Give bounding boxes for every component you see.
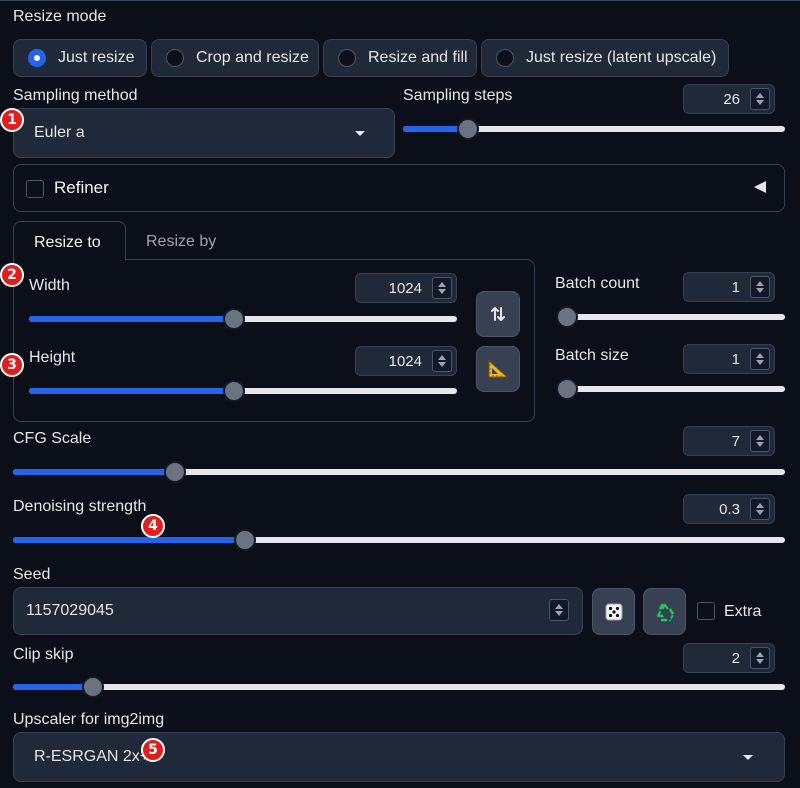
sampling-steps-value: 26: [723, 91, 740, 108]
cfg-scale-thumb[interactable]: [164, 461, 187, 483]
triangle-ruler-icon: [488, 359, 509, 378]
radio-label: Just resize (latent upscale): [526, 49, 717, 66]
sampling-steps-thumb[interactable]: [456, 118, 479, 140]
denoising-strength-thumb[interactable]: [233, 529, 256, 551]
seed-value: 1157029045: [26, 602, 114, 619]
batch-size-label: Batch size: [555, 347, 629, 364]
batch-count-thumb[interactable]: [556, 306, 578, 328]
clip-skip-thumb[interactable]: [81, 676, 104, 698]
stepper-icon[interactable]: [432, 277, 452, 299]
stepper-icon[interactable]: [750, 348, 770, 370]
annotation-badge: 4: [141, 514, 165, 538]
cfg-scale-input[interactable]: 7: [683, 426, 775, 456]
radio-crop-and-resize[interactable]: Crop and resize: [151, 39, 319, 77]
batch-count-slider[interactable]: [556, 314, 785, 320]
tab-label: Resize to: [34, 234, 101, 251]
stepper-icon[interactable]: [750, 430, 770, 452]
radio-label: Just resize: [58, 49, 135, 66]
refiner-checkbox[interactable]: [26, 180, 44, 198]
stepper-icon[interactable]: [750, 276, 770, 298]
radio-indicator: [166, 49, 184, 67]
radio-resize-and-fill[interactable]: Resize and fill: [323, 39, 477, 77]
chevron-down-icon: [743, 755, 753, 760]
height-value: 1024: [388, 353, 422, 370]
width-input[interactable]: 1024: [355, 273, 457, 303]
batch-count-input[interactable]: 1: [683, 272, 775, 302]
radio-indicator: [496, 49, 514, 67]
annotation-badge: 2: [0, 263, 24, 287]
annotation-badge: 1: [0, 108, 24, 132]
batch-size-thumb[interactable]: [556, 378, 578, 400]
batch-size-input[interactable]: 1: [683, 344, 775, 374]
batch-size-value: 1: [731, 351, 740, 368]
swap-dimensions-button[interactable]: [476, 291, 520, 337]
clip-skip-input[interactable]: 2: [683, 643, 775, 673]
sampling-method-dropdown[interactable]: Euler a: [13, 108, 395, 158]
width-value: 1024: [388, 280, 422, 297]
stepper-icon[interactable]: [750, 88, 770, 110]
stepper-icon[interactable]: [432, 350, 452, 372]
denoising-strength-label: Denoising strength: [13, 498, 147, 515]
denoising-strength-input[interactable]: 0.3: [683, 494, 775, 524]
radio-label: Crop and resize: [196, 49, 309, 66]
clip-skip-slider[interactable]: [13, 684, 785, 690]
seed-input[interactable]: 1157029045: [13, 587, 583, 635]
stepper-icon[interactable]: [549, 599, 569, 621]
tab-resize-to[interactable]: Resize to: [13, 221, 126, 261]
cfg-scale-label: CFG Scale: [13, 430, 92, 447]
random-seed-button[interactable]: [592, 588, 635, 635]
extra-checkbox[interactable]: [697, 602, 715, 620]
stepper-icon[interactable]: [750, 647, 770, 669]
radio-just-resize[interactable]: Just resize: [13, 39, 147, 77]
sampling-method-label: Sampling method: [13, 87, 138, 104]
height-input[interactable]: 1024: [355, 346, 457, 376]
tab-label: Resize by: [146, 233, 217, 250]
aspect-ratio-button[interactable]: [476, 346, 520, 392]
tab-resize-by[interactable]: Resize by: [128, 221, 238, 259]
stepper-icon[interactable]: [750, 498, 770, 520]
resize-mode-label: Resize mode: [13, 8, 107, 25]
refiner-label: Refiner: [54, 178, 109, 197]
reuse-seed-button[interactable]: [643, 588, 686, 635]
upscaler-value: R-ESRGAN 2x+: [34, 748, 150, 765]
upscaler-label: Upscaler for img2img: [13, 711, 165, 728]
batch-count-label: Batch count: [555, 275, 640, 292]
refiner-accordion[interactable]: Refiner: [13, 164, 785, 212]
width-label: Width: [29, 277, 70, 294]
denoising-strength-slider[interactable]: [13, 537, 785, 543]
chevron-down-icon: [355, 131, 365, 136]
top-divider: [0, 0, 800, 1]
radio-label: Resize and fill: [368, 49, 468, 66]
annotation-badge: 5: [141, 738, 165, 762]
cfg-scale-value: 7: [731, 433, 740, 450]
cfg-scale-slider[interactable]: [13, 469, 785, 475]
dice-icon: [605, 603, 622, 620]
sampling-steps-input[interactable]: 26: [683, 84, 775, 114]
annotation-badge: 3: [0, 353, 24, 377]
batch-count-value: 1: [731, 279, 740, 296]
swap-arrows-icon: [491, 307, 505, 321]
batch-size-slider[interactable]: [556, 386, 785, 392]
collapse-triangle-icon[interactable]: [754, 181, 766, 193]
upscaler-dropdown[interactable]: R-ESRGAN 2x+: [13, 732, 785, 782]
clip-skip-value: 2: [731, 650, 740, 667]
denoising-strength-value: 0.3: [719, 501, 740, 518]
recycle-icon: [656, 602, 674, 622]
radio-selected-indicator: [28, 49, 46, 67]
height-label: Height: [29, 349, 76, 366]
seed-label: Seed: [13, 566, 51, 583]
clip-skip-label: Clip skip: [13, 646, 74, 663]
sampling-steps-label: Sampling steps: [403, 87, 513, 104]
sampling-method-value: Euler a: [34, 124, 85, 141]
radio-latent-upscale[interactable]: Just resize (latent upscale): [481, 39, 729, 77]
extra-label: Extra: [724, 603, 762, 620]
radio-indicator: [338, 49, 356, 67]
